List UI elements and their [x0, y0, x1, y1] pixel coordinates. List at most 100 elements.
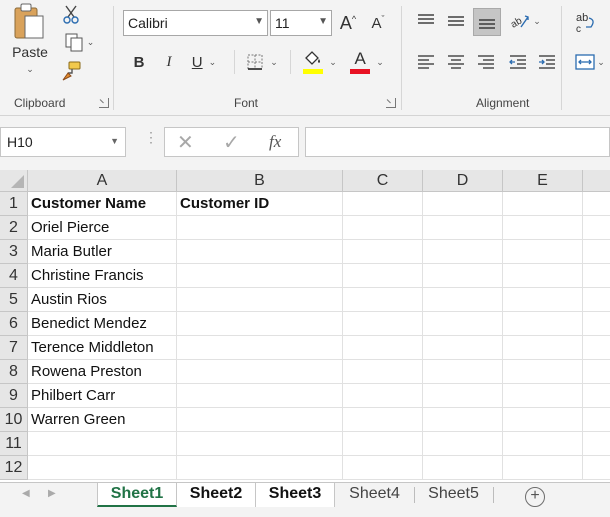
cell-d6[interactable]	[423, 312, 503, 336]
cell-b6[interactable]	[177, 312, 343, 336]
cell-b12[interactable]	[177, 456, 343, 480]
cell-f1[interactable]	[583, 192, 610, 216]
cell-a10[interactable]: Warren Green	[28, 408, 177, 432]
cell-c7[interactable]	[343, 336, 423, 360]
cell-a5[interactable]: Austin Rios	[28, 288, 177, 312]
name-box[interactable]: H10 ▼	[0, 127, 126, 157]
row-header-9[interactable]: 9	[0, 384, 28, 408]
cell-e3[interactable]	[503, 240, 583, 264]
cell-f12[interactable]	[583, 456, 610, 480]
cell-f3[interactable]	[583, 240, 610, 264]
cell-d7[interactable]	[423, 336, 503, 360]
cell-b2[interactable]	[177, 216, 343, 240]
row-header-5[interactable]: 5	[0, 288, 28, 312]
tab-sheet4[interactable]: Sheet4	[335, 483, 414, 507]
row-header-6[interactable]: 6	[0, 312, 28, 336]
cell-e5[interactable]	[503, 288, 583, 312]
cell-e8[interactable]	[503, 360, 583, 384]
cell-a12[interactable]	[28, 456, 177, 480]
italic-button[interactable]: I	[158, 50, 180, 74]
top-align-button[interactable]	[413, 8, 439, 34]
tab-sheet1[interactable]: Sheet1	[97, 483, 177, 507]
cell-a2[interactable]: Oriel Pierce	[28, 216, 177, 240]
cell-a11[interactable]	[28, 432, 177, 456]
column-header-c[interactable]: C	[343, 170, 423, 192]
cell-e11[interactable]	[503, 432, 583, 456]
column-header-a[interactable]: A	[28, 170, 177, 192]
cut-button[interactable]	[58, 2, 84, 26]
row-header-11[interactable]: 11	[0, 432, 28, 456]
cell-c4[interactable]	[343, 264, 423, 288]
cell-d9[interactable]	[423, 384, 503, 408]
font-size-combo[interactable]: 11 ▼	[270, 10, 332, 36]
format-painter-button[interactable]	[58, 58, 84, 84]
cell-c1[interactable]	[343, 192, 423, 216]
cell-e4[interactable]	[503, 264, 583, 288]
copy-button[interactable]: ⌄	[58, 30, 100, 54]
cell-b10[interactable]	[177, 408, 343, 432]
cell-a3[interactable]: Maria Butler	[28, 240, 177, 264]
cell-e7[interactable]	[503, 336, 583, 360]
cell-e9[interactable]	[503, 384, 583, 408]
cell-b11[interactable]	[177, 432, 343, 456]
align-center-button[interactable]	[443, 50, 469, 74]
cell-e1[interactable]	[503, 192, 583, 216]
cell-b1[interactable]: Customer ID	[177, 192, 343, 216]
cell-d11[interactable]	[423, 432, 503, 456]
cell-f2[interactable]	[583, 216, 610, 240]
cell-c9[interactable]	[343, 384, 423, 408]
tab-sheet3[interactable]: Sheet3	[256, 483, 335, 507]
increase-indent-button[interactable]	[534, 50, 560, 74]
tab-sheet2[interactable]: Sheet2	[177, 483, 256, 507]
cell-b3[interactable]	[177, 240, 343, 264]
row-header-7[interactable]: 7	[0, 336, 28, 360]
paste-button[interactable]: Paste ⌄	[8, 2, 52, 84]
bold-button[interactable]: B	[128, 50, 150, 74]
column-header-e[interactable]: E	[503, 170, 583, 192]
cell-b7[interactable]	[177, 336, 343, 360]
cell-f7[interactable]	[583, 336, 610, 360]
row-header-1[interactable]: 1	[0, 192, 28, 216]
cell-e10[interactable]	[503, 408, 583, 432]
orientation-button[interactable]: ab ⌄	[505, 8, 545, 34]
cell-d4[interactable]	[423, 264, 503, 288]
merge-center-button[interactable]: ⌄	[570, 50, 610, 74]
column-header-b[interactable]: B	[177, 170, 343, 192]
cell-a4[interactable]: Christine Francis	[28, 264, 177, 288]
cell-f4[interactable]	[583, 264, 610, 288]
cell-a1[interactable]: Customer Name	[28, 192, 177, 216]
cell-e2[interactable]	[503, 216, 583, 240]
cell-c5[interactable]	[343, 288, 423, 312]
cell-f11[interactable]	[583, 432, 610, 456]
cell-f8[interactable]	[583, 360, 610, 384]
cell-f5[interactable]	[583, 288, 610, 312]
column-header-f[interactable]	[583, 170, 610, 192]
cell-d5[interactable]	[423, 288, 503, 312]
cell-f6[interactable]	[583, 312, 610, 336]
cell-e12[interactable]	[503, 456, 583, 480]
cell-b5[interactable]	[177, 288, 343, 312]
align-right-button[interactable]	[473, 50, 499, 74]
formula-bar-grip[interactable]: ⋮	[144, 130, 158, 144]
cell-b9[interactable]	[177, 384, 343, 408]
cell-c6[interactable]	[343, 312, 423, 336]
cell-a9[interactable]: Philbert Carr	[28, 384, 177, 408]
cell-d3[interactable]	[423, 240, 503, 264]
cell-d12[interactable]	[423, 456, 503, 480]
wrap-text-button[interactable]: ab c	[572, 8, 600, 36]
row-header-12[interactable]: 12	[0, 456, 28, 480]
tab-sheet5[interactable]: Sheet5	[414, 483, 493, 507]
row-header-8[interactable]: 8	[0, 360, 28, 384]
cell-f9[interactable]	[583, 384, 610, 408]
font-dialog-launcher[interactable]	[386, 98, 396, 108]
font-name-combo[interactable]: Calibri ▼	[123, 10, 268, 36]
cell-c8[interactable]	[343, 360, 423, 384]
cell-b8[interactable]	[177, 360, 343, 384]
bottom-align-button[interactable]	[473, 8, 501, 36]
row-header-4[interactable]: 4	[0, 264, 28, 288]
cell-d8[interactable]	[423, 360, 503, 384]
insert-function-button[interactable]: fx	[269, 132, 281, 152]
cell-f10[interactable]	[583, 408, 610, 432]
clipboard-dialog-launcher[interactable]	[99, 98, 109, 108]
tab-scroll-left-icon[interactable]: ◀	[22, 488, 30, 499]
